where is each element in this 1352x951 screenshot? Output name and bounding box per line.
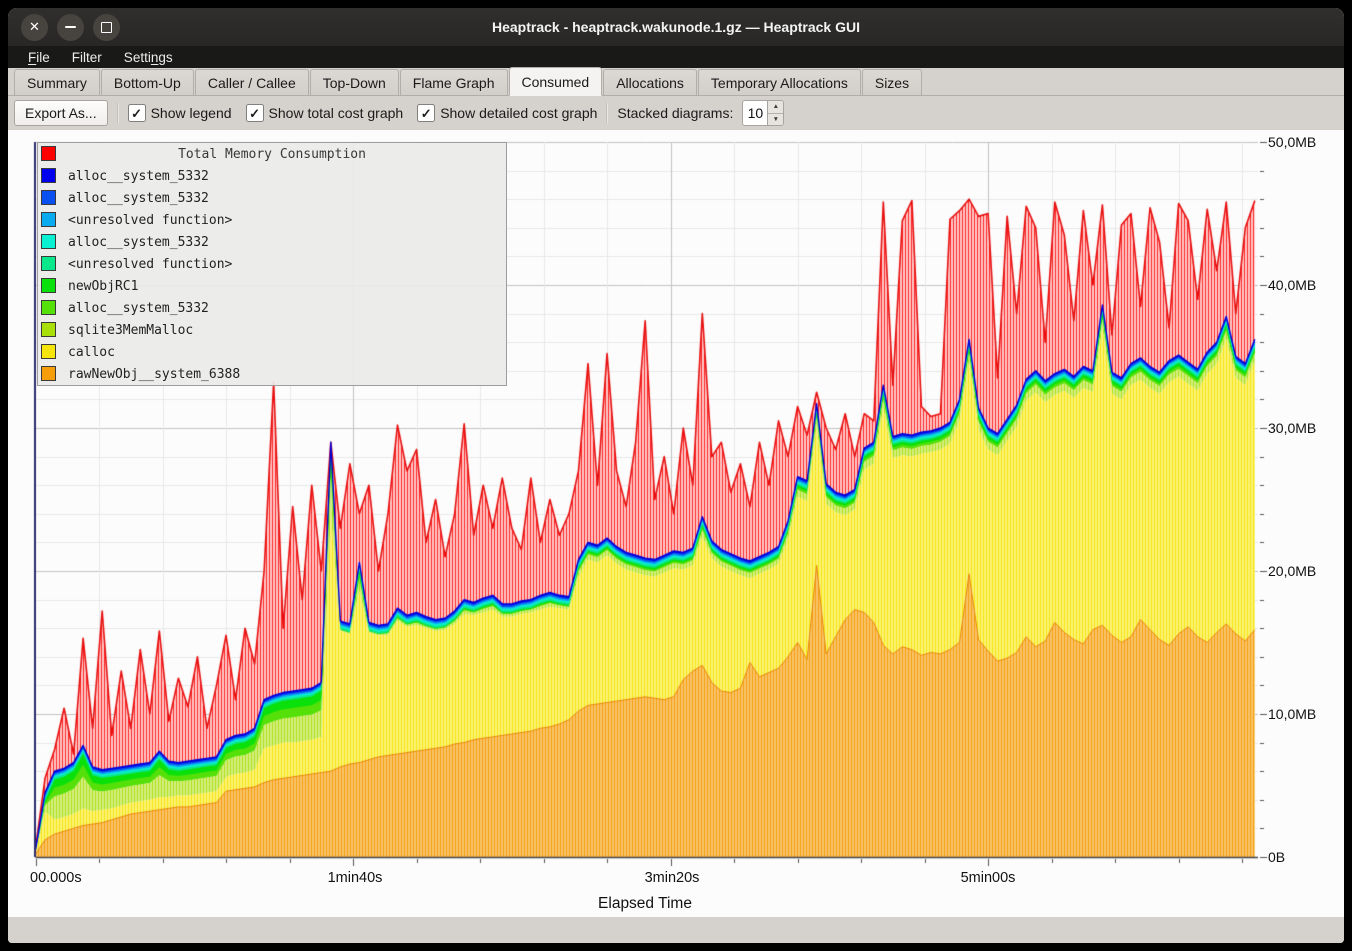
checkbox-box[interactable]: ✓ xyxy=(128,104,146,122)
y-tick-label: 20,0MB xyxy=(1268,563,1316,579)
checkbox-show-detailed-cost-graph[interactable]: ✓ Show detailed cost graph xyxy=(417,104,597,122)
tab-summary[interactable]: Summary xyxy=(14,69,100,95)
y-tick-label: 10,0MB xyxy=(1268,706,1316,722)
legend-item: <unresolved function> xyxy=(38,253,506,275)
tab-temporary-allocations[interactable]: Temporary Allocations xyxy=(698,69,861,95)
window-bottom-strip xyxy=(8,917,1344,943)
legend-swatch xyxy=(41,278,56,293)
export-as-button[interactable]: Export As... xyxy=(14,100,108,126)
checkbox-show-total-cost-graph[interactable]: ✓ Show total cost graph xyxy=(246,104,404,122)
legend-item: alloc__system_5332 xyxy=(38,297,506,319)
x-tick-label: 00.000s xyxy=(30,870,82,886)
legend-label: <unresolved function> xyxy=(68,257,232,272)
tab-allocations[interactable]: Allocations xyxy=(603,69,697,95)
menu-item-file[interactable]: File xyxy=(17,46,61,68)
stacked-diagrams-value: 10 xyxy=(743,101,767,125)
menu-bar: FileFilterSettings xyxy=(8,46,1344,68)
checkbox-label: Show legend xyxy=(151,105,232,121)
y-tick-label: 30,0MB xyxy=(1268,420,1316,436)
consumed-chart-panel: Total Memory Consumption alloc__system_5… xyxy=(8,130,1344,917)
checkbox-check-icon: ✓ xyxy=(421,107,432,120)
legend-item: rawNewObj__system_6388 xyxy=(38,363,506,385)
y-tick-label: 40,0MB xyxy=(1268,277,1316,293)
x-axis-title: Elapsed Time xyxy=(598,895,692,913)
toolbar: Export As... ✓ Show legend ✓ Show total cos… xyxy=(8,96,1344,130)
legend-label: <unresolved function> xyxy=(68,213,232,228)
tab-caller-callee[interactable]: Caller / Callee xyxy=(195,69,309,95)
legend-swatch xyxy=(41,344,56,359)
legend-label: alloc__system_5332 xyxy=(68,301,209,316)
menu-item-settings[interactable]: Settings xyxy=(113,46,184,68)
checkbox-box[interactable]: ✓ xyxy=(417,104,435,122)
legend-item: sqlite3MemMalloc xyxy=(38,319,506,341)
tab-bottom-up[interactable]: Bottom-Up xyxy=(101,69,194,95)
legend-item: <unresolved function> xyxy=(38,209,506,231)
tab-sizes[interactable]: Sizes xyxy=(862,69,922,95)
maximize-icon xyxy=(101,22,112,33)
legend-title-swatch xyxy=(41,146,56,161)
stacked-diagrams-label: Stacked diagrams: xyxy=(617,105,733,121)
x-tick-label: 1min40s xyxy=(328,870,383,886)
spin-up-icon[interactable]: ▲ xyxy=(768,101,783,114)
close-icon: ✕ xyxy=(29,19,40,35)
legend-swatch xyxy=(41,322,56,337)
checkbox-check-icon: ✓ xyxy=(131,107,142,120)
legend-label: alloc__system_5332 xyxy=(68,235,209,250)
x-tick-label: 5min00s xyxy=(961,870,1016,886)
legend-item: newObjRC1 xyxy=(38,275,506,297)
toolbar-separator xyxy=(606,103,608,123)
desktop-background: ✕ Heaptrack - heaptrack.wakunode.1.gz — … xyxy=(0,0,1352,951)
window-title: Heaptrack - heaptrack.wakunode.1.gz — He… xyxy=(8,19,1344,35)
legend-title-row: Total Memory Consumption xyxy=(38,143,506,165)
heaptrack-window: ✕ Heaptrack - heaptrack.wakunode.1.gz — … xyxy=(8,8,1344,943)
checkbox-show-legend[interactable]: ✓ Show legend xyxy=(128,104,232,122)
legend-swatch xyxy=(41,212,56,227)
legend-label: alloc__system_5332 xyxy=(68,191,209,206)
x-tick-label: 3min20s xyxy=(645,870,700,886)
minimize-icon xyxy=(65,26,76,28)
tab-flame-graph[interactable]: Flame Graph xyxy=(400,69,508,95)
tab-bar: SummaryBottom-UpCaller / CalleeTop-DownF… xyxy=(8,68,1344,96)
tab-top-down[interactable]: Top-Down xyxy=(310,69,399,95)
legend-swatch xyxy=(41,190,56,205)
legend-label: alloc__system_5332 xyxy=(68,169,209,184)
legend-item: alloc__system_5332 xyxy=(38,231,506,253)
minimize-button[interactable] xyxy=(57,14,84,41)
legend-item: alloc__system_5332 xyxy=(38,165,506,187)
y-tick-label: 0B xyxy=(1268,849,1285,865)
stacked-diagrams-stepper[interactable]: 10 ▲ ▼ xyxy=(742,100,784,126)
legend-item: calloc xyxy=(38,341,506,363)
tab-consumed[interactable]: Consumed xyxy=(509,67,603,96)
chart-legend: Total Memory Consumption alloc__system_5… xyxy=(37,142,507,386)
menu-item-filter[interactable]: Filter xyxy=(61,46,113,68)
legend-label: sqlite3MemMalloc xyxy=(68,323,193,338)
title-bar[interactable]: ✕ Heaptrack - heaptrack.wakunode.1.gz — … xyxy=(8,8,1344,46)
legend-swatch xyxy=(41,300,56,315)
spin-down-icon[interactable]: ▼ xyxy=(768,114,783,126)
close-button[interactable]: ✕ xyxy=(21,14,48,41)
legend-swatch xyxy=(41,234,56,249)
checkbox-box[interactable]: ✓ xyxy=(246,104,264,122)
legend-item: alloc__system_5332 xyxy=(38,187,506,209)
legend-swatch xyxy=(41,366,56,381)
maximize-button[interactable] xyxy=(93,14,120,41)
y-tick-label: 50,0MB xyxy=(1268,134,1316,150)
legend-label: rawNewObj__system_6388 xyxy=(68,367,240,382)
toolbar-separator xyxy=(117,103,119,123)
legend-label: calloc xyxy=(68,345,115,360)
legend-label: newObjRC1 xyxy=(68,279,138,294)
legend-title: Total Memory Consumption xyxy=(38,147,506,162)
checkbox-label: Show total cost graph xyxy=(269,105,404,121)
window-controls: ✕ xyxy=(8,14,120,41)
checkbox-label: Show detailed cost graph xyxy=(440,105,597,121)
checkbox-check-icon: ✓ xyxy=(249,107,260,120)
legend-swatch xyxy=(41,168,56,183)
legend-swatch xyxy=(41,256,56,271)
